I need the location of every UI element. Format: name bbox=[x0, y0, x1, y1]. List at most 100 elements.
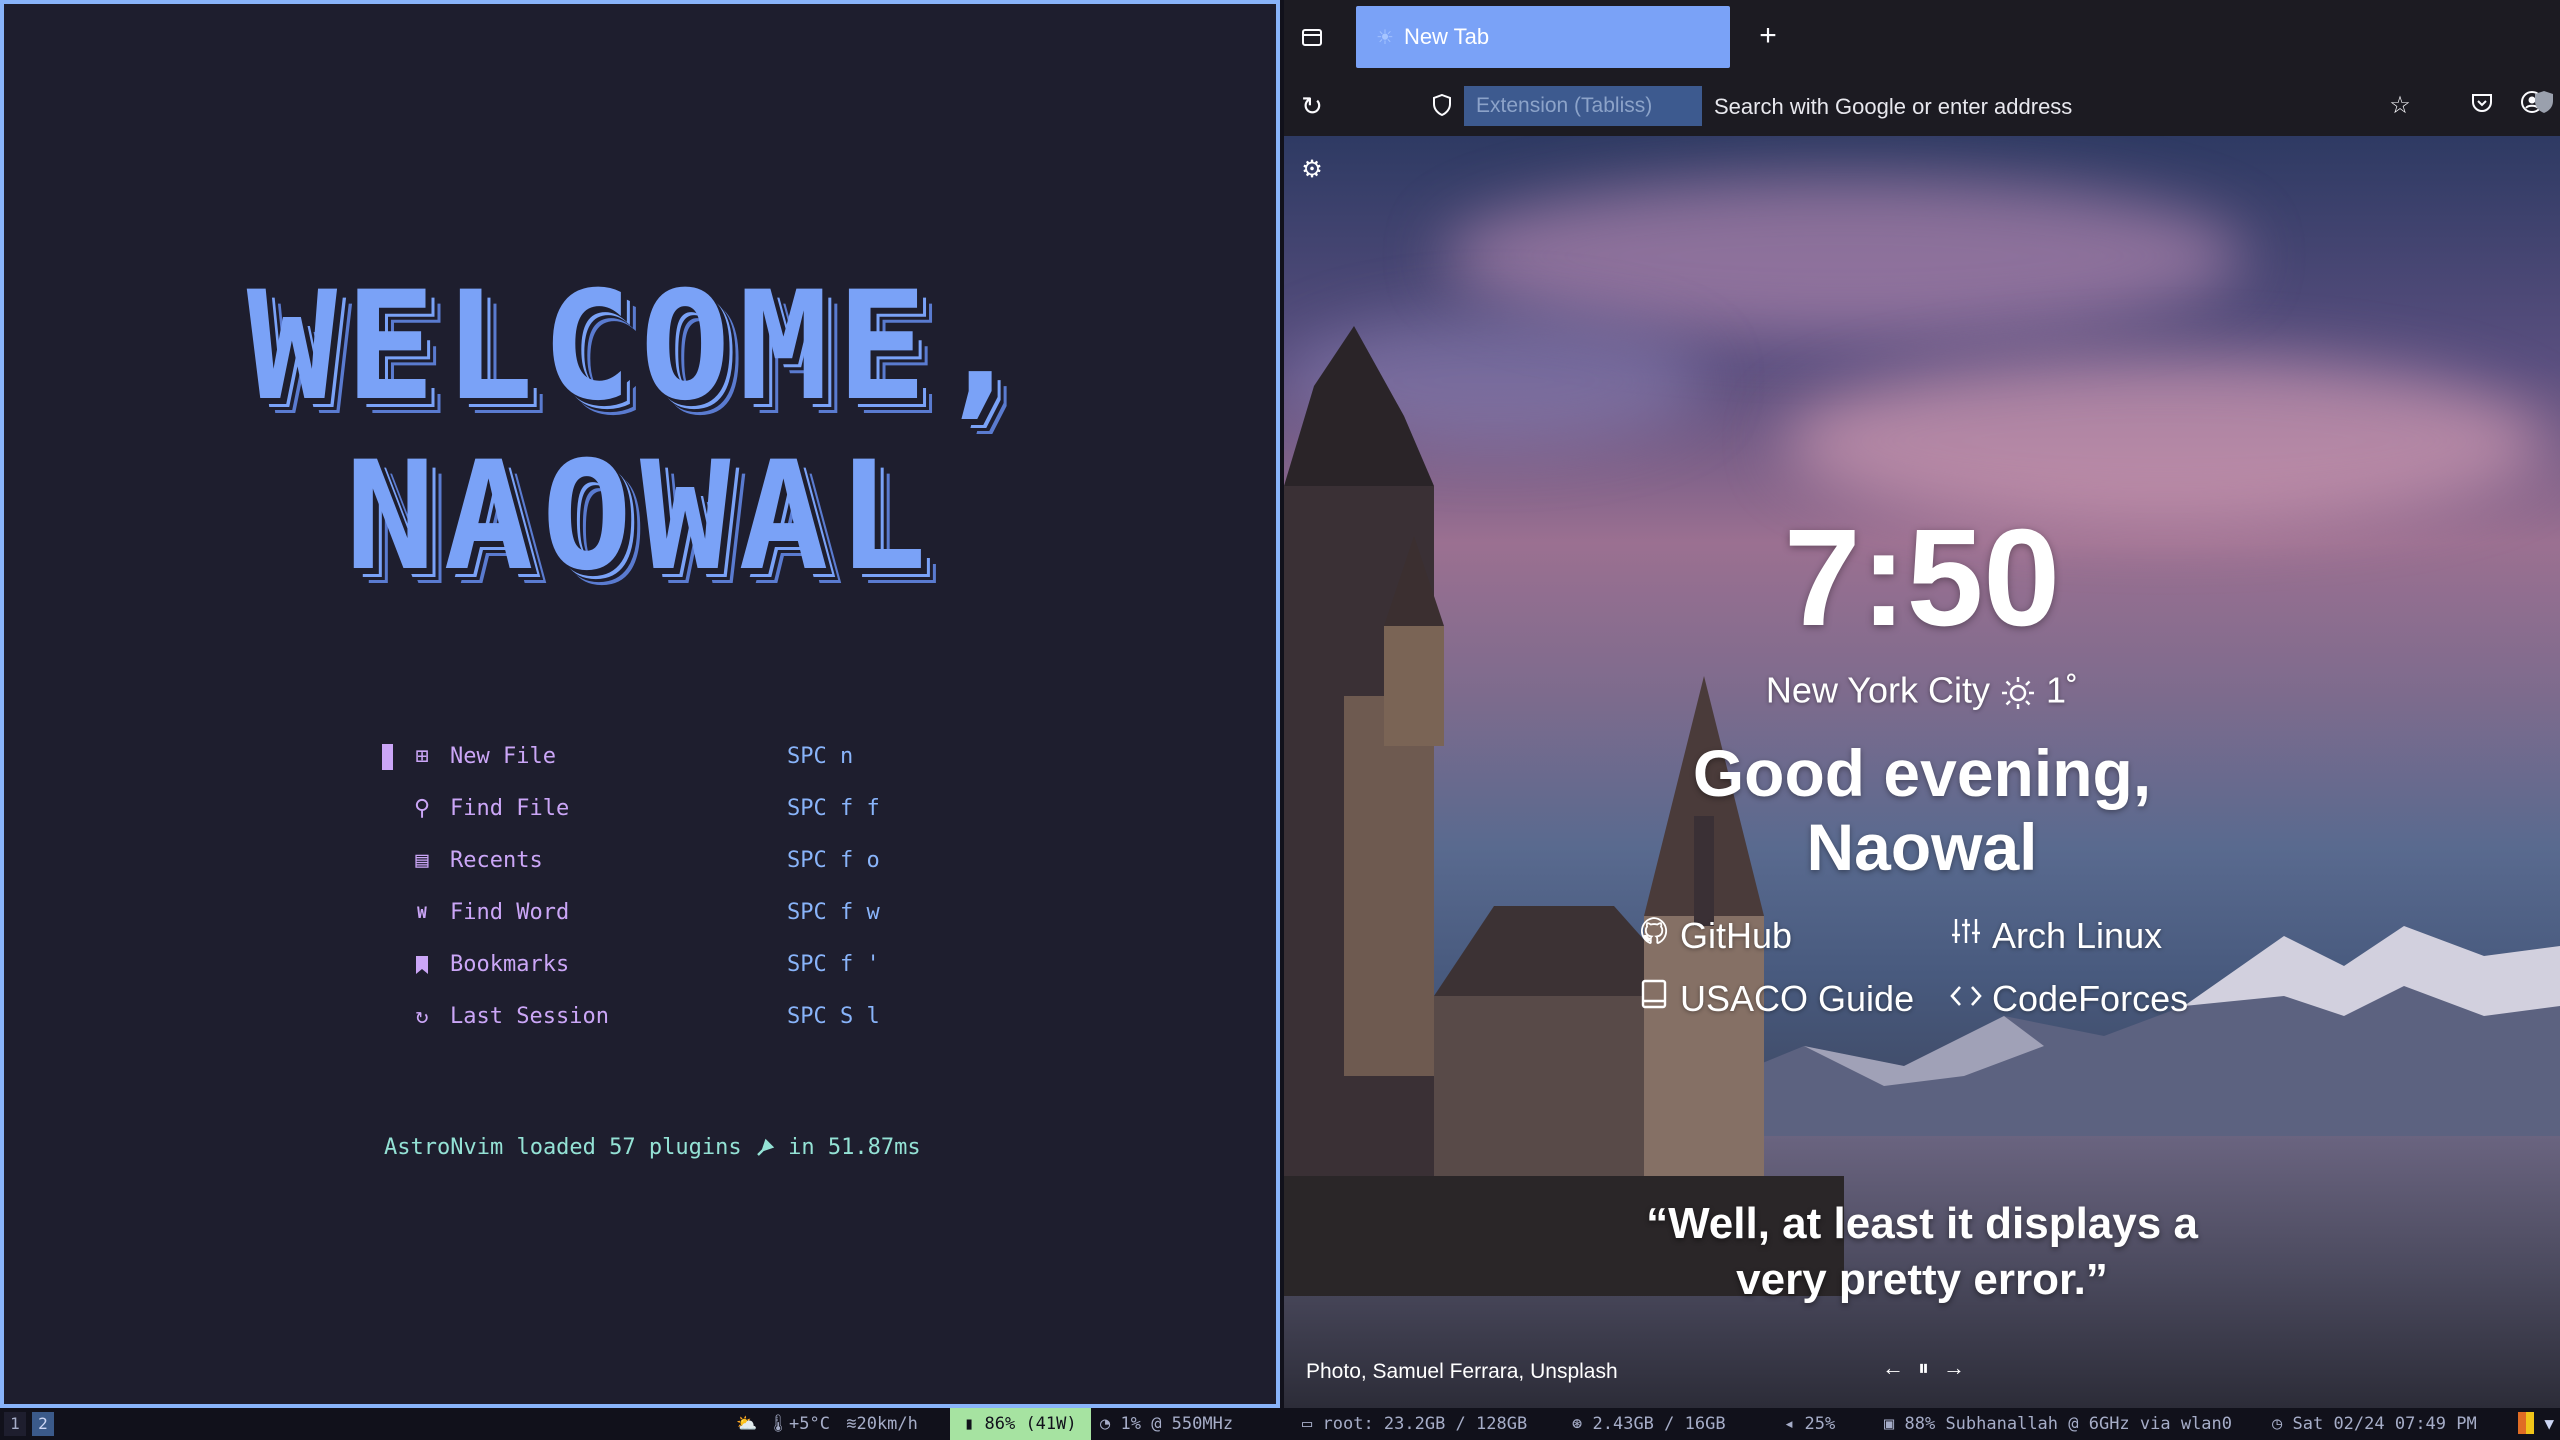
menu-shortcut: SPC f ' bbox=[787, 952, 880, 977]
thermometer-icon: 🌡 bbox=[767, 1414, 790, 1434]
wifi-value: 88% Subhanallah @ 6GHz via wlan0 bbox=[1904, 1414, 2233, 1434]
menu-label: Last Session bbox=[450, 1004, 609, 1029]
quote: “Well, at least it displays a very prett… bbox=[1284, 1196, 2560, 1308]
menu-item-find-word[interactable]: W Find Word SPC f w bbox=[382, 898, 942, 950]
wifi-module[interactable]: ▣ 88% Subhanallah @ 6GHz via wlan0 bbox=[1884, 1408, 2232, 1440]
wind-speed: 20km/h bbox=[856, 1414, 918, 1434]
settings-gear-icon[interactable]: ⚙ bbox=[1298, 156, 1326, 184]
navigation-bar: ↻ Extension (Tabliss) ☆ bbox=[1284, 76, 2560, 136]
speaker-icon: ◂ bbox=[1784, 1414, 1795, 1434]
menu-item-find-file[interactable]: ⚲ Find File SPC f f bbox=[382, 794, 942, 846]
weather-widget: New York City 1˚ bbox=[1284, 663, 2560, 715]
tab-list-icon[interactable] bbox=[1300, 26, 1324, 50]
link-label: USACO Guide bbox=[1680, 978, 1915, 1019]
workspace-2[interactable]: 2 bbox=[32, 1412, 54, 1436]
cpu-value: 1% @ 550MHz bbox=[1120, 1414, 1234, 1434]
bookmark-icon bbox=[406, 950, 438, 980]
bookmark-star-icon[interactable]: ☆ bbox=[2384, 90, 2416, 122]
tray-expand-icon[interactable]: ▼ bbox=[2544, 1414, 2554, 1433]
banner-line-2: NAOWAL bbox=[345, 430, 935, 604]
background-controls: ← ⏸ → bbox=[1882, 1355, 1965, 1381]
volume-module[interactable]: ◂ 25% bbox=[1784, 1408, 1835, 1440]
github-icon bbox=[1636, 911, 1672, 961]
firefox-icon: ☀ bbox=[1376, 26, 1394, 49]
clock: 7:50 bbox=[1783, 501, 2061, 655]
wind-icon: ≋ bbox=[846, 1414, 857, 1434]
menu-label: Find File bbox=[450, 796, 570, 821]
previous-icon[interactable]: ← bbox=[1882, 1355, 1904, 1381]
battery-icon: ▮ bbox=[964, 1414, 975, 1434]
datetime-value: Sat 02/24 07:49 PM bbox=[2292, 1414, 2477, 1434]
restore-icon: ↻ bbox=[415, 1004, 429, 1029]
extension-badge[interactable]: Extension (Tabliss) bbox=[1464, 86, 1702, 126]
address-bar[interactable] bbox=[1712, 88, 2236, 126]
shield-icon[interactable] bbox=[1430, 93, 1454, 118]
workspace-1[interactable]: 1 bbox=[4, 1412, 26, 1436]
tab-title: New Tab bbox=[1403, 24, 1490, 49]
menu-shortcut: SPC f w bbox=[787, 900, 880, 925]
pause-icon[interactable]: ⏸ bbox=[1918, 1355, 1929, 1381]
ublock-icon[interactable] bbox=[2530, 90, 2558, 122]
tab-new-tab[interactable]: ☀ New Tab bbox=[1356, 6, 1730, 68]
memory-module: ⊛ 2.43GB / 16GB bbox=[1572, 1408, 1726, 1440]
plugin-load-status: AstroNvim loaded 57 plugins in 51.87ms bbox=[384, 1135, 921, 1160]
cpu-module: ◔ 1% @ 550MHz bbox=[1100, 1408, 1233, 1440]
menu-label: New File bbox=[450, 744, 556, 769]
clock-icon: ◷ bbox=[2272, 1414, 2283, 1434]
greeting: Good evening, Naowal bbox=[1284, 736, 2560, 884]
link-label: CodeForces bbox=[1992, 978, 2189, 1019]
volume-value: 25% bbox=[1804, 1414, 1836, 1434]
banner-line-1: WELCOME, bbox=[246, 260, 1034, 434]
text-cursor bbox=[382, 744, 393, 770]
system-tray: ▼ bbox=[2518, 1412, 2554, 1434]
menu-shortcut: SPC f f bbox=[787, 796, 880, 821]
quote-line-1: “Well, at least it displays a bbox=[1646, 1199, 2198, 1248]
menu-item-recents[interactable]: ▤ Recents SPC f o bbox=[382, 846, 942, 898]
menu-label: Bookmarks bbox=[450, 952, 570, 977]
link-arch-linux[interactable]: Arch Linux bbox=[1948, 911, 2162, 961]
browser-window: ☀ New Tab + ↻ Extension (Tabliss) ☆ bbox=[1284, 0, 2560, 1408]
battery-value: 86% (41W) bbox=[984, 1414, 1077, 1434]
memory-value: 2.43GB / 16GB bbox=[1592, 1414, 1726, 1434]
link-codeforces[interactable]: CodeForces bbox=[1948, 974, 2188, 1024]
pocket-icon[interactable] bbox=[2466, 90, 2498, 122]
temperature: 1˚ bbox=[2046, 669, 2079, 711]
reload-icon[interactable]: ↻ bbox=[1298, 92, 1326, 120]
link-label: GitHub bbox=[1680, 915, 1793, 956]
file-icon: ▤ bbox=[415, 848, 429, 873]
book-icon bbox=[1636, 974, 1672, 1024]
disk-value: root: 23.2GB / 128GB bbox=[1322, 1414, 1528, 1434]
menu-label: Recents bbox=[450, 848, 543, 873]
menu-shortcut: SPC f o bbox=[787, 848, 880, 873]
memory-icon: ⊛ bbox=[1572, 1414, 1583, 1434]
menu-item-last-session[interactable]: ↻ Last Session SPC S l bbox=[382, 1002, 942, 1054]
menu-item-new-file[interactable]: ⊞ New File SPC n bbox=[382, 742, 942, 794]
new-tab-page: ⚙ 7:50 New York City 1˚ Good evening, Na… bbox=[1284, 136, 2560, 1408]
weather-temp: +5°C bbox=[789, 1414, 830, 1434]
status-bar: 1 2 ⛅ 🌡+5°C ≋20km/h ▮ 86% (41W) ◔ 1% @ 5… bbox=[0, 1408, 2560, 1440]
weather-module: ⛅ 🌡+5°C ≋20km/h bbox=[736, 1408, 918, 1440]
cpu-icon: ◔ bbox=[1100, 1414, 1111, 1434]
footer-prefix: AstroNvim loaded 57 plugins bbox=[384, 1135, 742, 1160]
search-icon: ⚲ bbox=[413, 796, 431, 821]
city-name: New York City bbox=[1765, 669, 1991, 711]
greeting-line-2: Naowal bbox=[1806, 810, 2038, 884]
link-usaco-guide[interactable]: USACO Guide bbox=[1636, 974, 1914, 1024]
clock-module[interactable]: ◷ Sat 02/24 07:49 PM bbox=[2272, 1408, 2477, 1440]
menu-shortcut: SPC n bbox=[787, 744, 854, 769]
menu-item-bookmarks[interactable]: Bookmarks SPC f ' bbox=[382, 950, 942, 1002]
footer-suffix: in 51.87ms bbox=[788, 1135, 921, 1160]
next-icon[interactable]: → bbox=[1943, 1355, 1965, 1381]
tray-app-icon[interactable] bbox=[2518, 1412, 2535, 1434]
dashboard-menu: ⊞ New File SPC n ⚲ Find File SPC f f ▤ R… bbox=[382, 742, 942, 1054]
word-icon: W bbox=[417, 903, 427, 922]
new-tab-button[interactable]: + bbox=[1750, 18, 1786, 54]
photo-credit[interactable]: Photo, Samuel Ferrara, Unsplash bbox=[1306, 1360, 1618, 1384]
battery-module: ▮ 86% (41W) bbox=[950, 1408, 1091, 1440]
network-icon: ▣ bbox=[1884, 1414, 1895, 1434]
code-icon bbox=[1948, 974, 1984, 1024]
link-github[interactable]: GitHub bbox=[1636, 911, 1792, 961]
terminal-window[interactable]: WELCOME, NAOWAL ⊞ New File SPC n ⚲ Find … bbox=[0, 0, 1280, 1408]
welcome-banner: WELCOME, NAOWAL bbox=[4, 262, 1276, 602]
disk-icon: ▭ bbox=[1302, 1414, 1313, 1434]
